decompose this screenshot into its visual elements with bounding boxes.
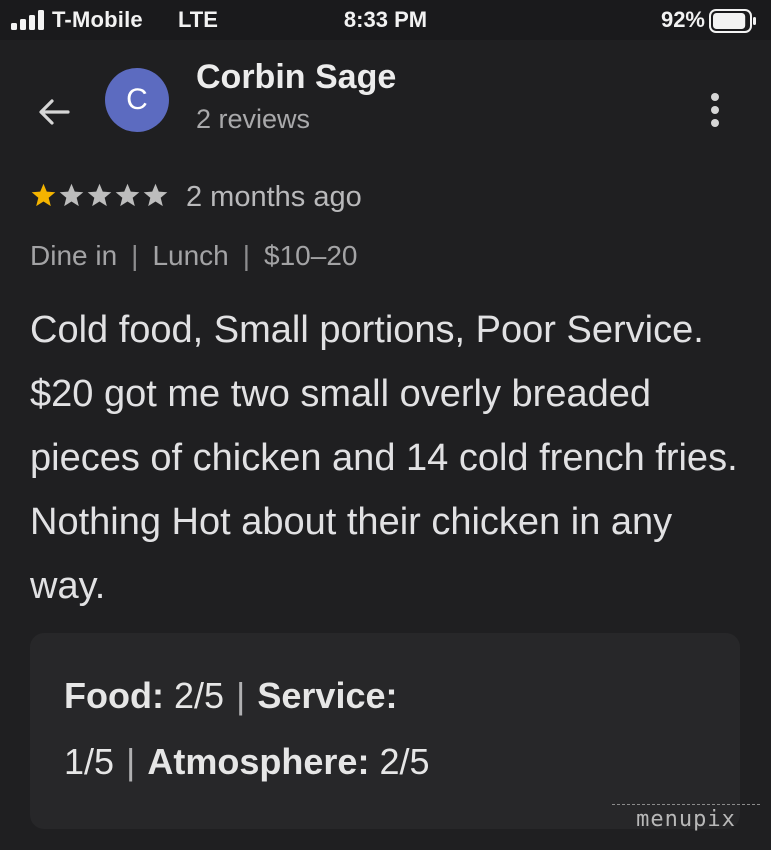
battery-percent: 92% xyxy=(660,7,705,32)
watermark-logo: menupix xyxy=(612,804,760,832)
atmosphere-rating-value: 2/5 xyxy=(379,741,430,782)
meta-price-range: $10–20 xyxy=(264,240,358,271)
ratings-breakdown-card: Food: 2/5 | Service: 1/5 | Atmosphere: 2/5 xyxy=(30,633,740,829)
reviewer-name[interactable]: Corbin Sage xyxy=(196,58,396,97)
star-empty-icon xyxy=(115,183,140,207)
meta-separator: | xyxy=(242,240,251,271)
rating-separator: | xyxy=(236,675,246,716)
service-rating-value: 1/5 xyxy=(64,741,115,782)
review-time-ago: 2 months ago xyxy=(186,181,362,213)
star-rating xyxy=(30,182,169,212)
star-empty-icon xyxy=(59,183,84,207)
avatar[interactable]: C xyxy=(105,68,169,132)
food-rating-label: Food: xyxy=(64,675,164,716)
star-empty-icon xyxy=(143,183,168,207)
ratings-breakdown: Food: 2/5 | Service: 1/5 | Atmosphere: 2/5 xyxy=(64,663,584,795)
meta-service-type: Dine in xyxy=(30,240,118,271)
meta-meal-type: Lunch xyxy=(152,240,229,271)
review-meta: Dine in | Lunch | $10–20 xyxy=(30,240,357,272)
more-vertical-icon[interactable] xyxy=(700,90,730,130)
service-rating-label: Service: xyxy=(257,675,398,716)
star-empty-icon xyxy=(87,183,112,207)
review-count: 2 reviews xyxy=(196,104,311,134)
atmosphere-rating-label: Atmosphere: xyxy=(147,741,370,782)
back-arrow-icon[interactable] xyxy=(34,92,74,132)
food-rating-value: 2/5 xyxy=(173,675,225,716)
meta-separator: | xyxy=(131,240,139,271)
star-filled-icon xyxy=(31,183,56,207)
rating-separator: | xyxy=(126,741,136,782)
status-bar: T-Mobile LTE 8:33 PM 92% xyxy=(0,0,771,40)
review-text: Cold food, Small portions, Poor Service.… xyxy=(30,309,738,607)
status-time: 8:33 PM xyxy=(343,7,428,32)
battery-icon xyxy=(709,9,756,33)
